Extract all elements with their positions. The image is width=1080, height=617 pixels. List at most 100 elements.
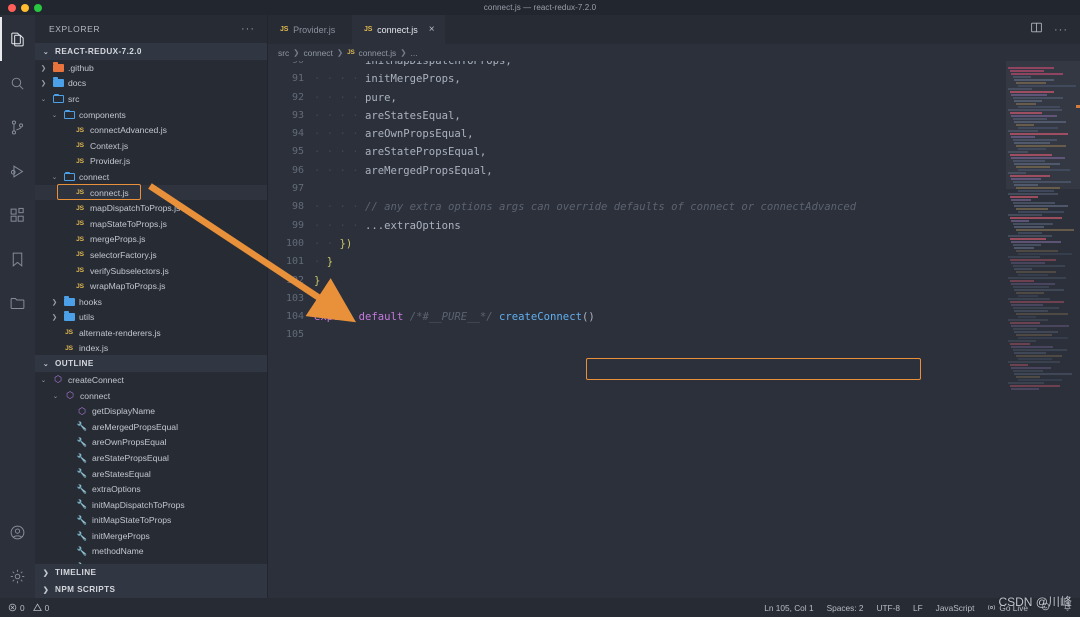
sidebar-more-actions-icon[interactable]: ··· [241, 24, 255, 35]
tree-item-connect-js[interactable]: ❯JSconnect.js [35, 183, 267, 201]
tree-item-connect[interactable]: ⌄ connect [35, 169, 267, 185]
minimap-line [1014, 79, 1055, 81]
breadcrumb-item-src[interactable]: src [278, 48, 289, 58]
tree-item-src[interactable]: ⌄ src [35, 91, 267, 107]
symbol-property-icon: 🔧 [76, 562, 88, 564]
code-line-101[interactable]: 101 · } [268, 253, 1006, 271]
code-line-96[interactable]: 96 · · · · areMergedPropsEqual, [268, 162, 1006, 180]
code-scroll-area[interactable]: 90· · · · initMapDispatchToProps,91· · ·… [268, 61, 1006, 598]
outline-item-initmergeprops[interactable]: ⌄🔧initMergeProps [35, 528, 267, 544]
outline-item-connect[interactable]: ⌄ ⬡ connect [35, 388, 267, 404]
window-controls[interactable] [0, 3, 42, 12]
outline-item-aremergedpropsequal[interactable]: ⌄🔧areMergedPropsEqual [35, 419, 267, 435]
activity-item-explorer[interactable] [0, 17, 35, 61]
minimap-line [1014, 121, 1067, 123]
tree-item-connectadvanced-js[interactable]: ❯JSconnectAdvanced.js [35, 122, 267, 138]
code-line-103[interactable]: 103 [268, 290, 1006, 308]
tree-item-alternate-renderers-js[interactable]: ❯JSalternate-renderers.js [35, 325, 267, 341]
code-line-90[interactable]: 90· · · · initMapDispatchToProps, [268, 61, 1006, 70]
activity-item-bookmarks[interactable] [0, 237, 35, 281]
minimap-line [1009, 364, 1028, 366]
tree-item-wrapmaptoprops-js[interactable]: ❯JSwrapMapToProps.js [35, 278, 267, 294]
breadcrumb-item-symbol[interactable]: ... [411, 48, 418, 58]
code-content[interactable]: 90· · · · initMapDispatchToProps,91· · ·… [268, 61, 1006, 345]
close-window-button[interactable] [8, 3, 16, 12]
outline-item-pure[interactable]: ⌄🔧pure [35, 559, 267, 564]
code-editor[interactable]: 90· · · · initMapDispatchToProps,91· · ·… [268, 61, 1080, 598]
outline-item-extraoptions[interactable]: ⌄🔧extraOptions [35, 481, 267, 497]
split-editor-icon[interactable] [1030, 21, 1043, 39]
status-errors[interactable]: 0 [8, 603, 25, 613]
outline-item-methodname[interactable]: ⌄🔧methodName [35, 544, 267, 560]
symbol-property-icon: 🔧 [76, 437, 88, 448]
status-indentation[interactable]: Spaces: 2 [827, 603, 864, 613]
explorer-root-folder[interactable]: ⌄ REACT-REDUX-7.2.0 [35, 43, 267, 60]
tree-item-docs[interactable]: ❯ docs [35, 76, 267, 92]
outline-item-arestatepropsequal[interactable]: ⌄🔧areStatePropsEqual [35, 450, 267, 466]
tree-item--github[interactable]: ❯ .github [35, 60, 267, 76]
code-line-98[interactable]: 98 · · · · // any extra options args can … [268, 198, 1006, 216]
status-go-live[interactable]: Go Live [987, 603, 1028, 613]
code-line-104[interactable]: 104 export default /*#__PURE__*/ createCo… [268, 308, 1006, 326]
outline-item-arestatesequal[interactable]: ⌄🔧areStatesEqual [35, 466, 267, 482]
outline-section-header[interactable]: ⌄ OUTLINE [35, 355, 267, 373]
tab-connect-js[interactable]: JS connect.js × [352, 15, 445, 44]
tree-item-hooks[interactable]: ❯ hooks [35, 294, 267, 310]
status-encoding[interactable]: UTF-8 [876, 603, 900, 613]
tree-item-context-js[interactable]: ❯JSContext.js [35, 138, 267, 154]
outline-item-initmapstatetoprops[interactable]: ⌄🔧initMapStateToProps [35, 513, 267, 529]
outline-item-getdisplayname[interactable]: ⌄⬡getDisplayName [35, 403, 267, 419]
code-line-100[interactable]: 100 · · }) [268, 235, 1006, 253]
code-line-91[interactable]: 91 · · · · initMergeProps, [268, 70, 1006, 88]
activity-item-run-and-debug[interactable] [0, 149, 35, 193]
status-cursor-position[interactable]: Ln 105, Col 1 [764, 603, 813, 613]
tree-item-verifysubselectors-js[interactable]: ❯JSverifySubselectors.js [35, 263, 267, 279]
maximize-window-button[interactable] [34, 3, 42, 12]
minimap-line [1017, 232, 1042, 234]
activity-item-extensions[interactable] [0, 193, 35, 237]
tree-item-utils[interactable]: ❯ utils [35, 310, 267, 326]
activity-item-settings[interactable] [0, 554, 35, 598]
tree-item-index-js[interactable]: ❯JSindex.js [35, 341, 267, 355]
tree-item-mapstatetoprops-js[interactable]: ❯JSmapStateToProps.js [35, 216, 267, 232]
tree-item-provider-js[interactable]: ❯JSProvider.js [35, 154, 267, 170]
activity-item-search[interactable] [0, 61, 35, 105]
minimap-line [1011, 325, 1070, 327]
close-tab-icon[interactable]: × [429, 24, 435, 35]
activity-item-project-manager[interactable] [0, 281, 35, 325]
panel-header-npm-scripts[interactable]: ❯ NPM SCRIPTS [35, 581, 267, 598]
tree-item-label: mapDispatchToProps.js [90, 203, 181, 214]
code-line-97[interactable]: 97 [268, 180, 1006, 198]
outline-item-initmapdispatchtoprops[interactable]: ⌄🔧initMapDispatchToProps [35, 497, 267, 513]
tree-item-selectorfactory-js[interactable]: ❯JSselectorFactory.js [35, 247, 267, 263]
code-line-102[interactable]: 102} [268, 272, 1006, 290]
minimap-line [1017, 190, 1054, 192]
code-line-92[interactable]: 92 · · · · pure, [268, 89, 1006, 107]
status-language-mode[interactable]: JavaScript [936, 603, 975, 613]
status-warnings[interactable]: 0 [32, 603, 49, 613]
tree-item-mapdispatchtoprops-js[interactable]: ❯JSmapDispatchToProps.js [35, 200, 267, 216]
code-line-95[interactable]: 95 · · · · areStatePropsEqual, [268, 143, 1006, 161]
panel-header-timeline[interactable]: ❯ TIMELINE [35, 564, 267, 581]
code-line-94[interactable]: 94 · · · · areOwnPropsEqual, [268, 125, 1006, 143]
code-line-93[interactable]: 93 · · · · areStatesEqual, [268, 107, 1006, 125]
activity-item-source-control[interactable] [0, 105, 35, 149]
code-line-105[interactable]: 105 [268, 326, 1006, 344]
status-eol[interactable]: LF [913, 603, 923, 613]
tree-item-mergeprops-js[interactable]: ❯JSmergeProps.js [35, 232, 267, 248]
breadcrumb-item-file[interactable]: connect.js [359, 48, 397, 58]
folder-icon [63, 311, 75, 323]
breadcrumb-item-connect[interactable]: connect [303, 48, 332, 58]
minimize-window-button[interactable] [21, 3, 29, 12]
outline-item-areownpropsequal[interactable]: ⌄🔧areOwnPropsEqual [35, 435, 267, 451]
tab-provider-js[interactable]: JS Provider.js [268, 15, 352, 44]
minimap-line [1011, 157, 1066, 159]
activity-item-accounts[interactable] [0, 510, 35, 554]
code-line-99[interactable]: 99 · · · · ...extraOptions [268, 217, 1006, 235]
minimap[interactable] [1006, 61, 1080, 598]
outline-item-createconnect[interactable]: ⌄ ⬡ createConnect [35, 372, 267, 388]
status-notifications-icon[interactable] [1063, 602, 1072, 613]
status-feedback-icon[interactable] [1041, 602, 1050, 613]
editor-more-actions-icon[interactable]: ··· [1054, 24, 1068, 35]
tree-item-components[interactable]: ⌄ components [35, 107, 267, 123]
